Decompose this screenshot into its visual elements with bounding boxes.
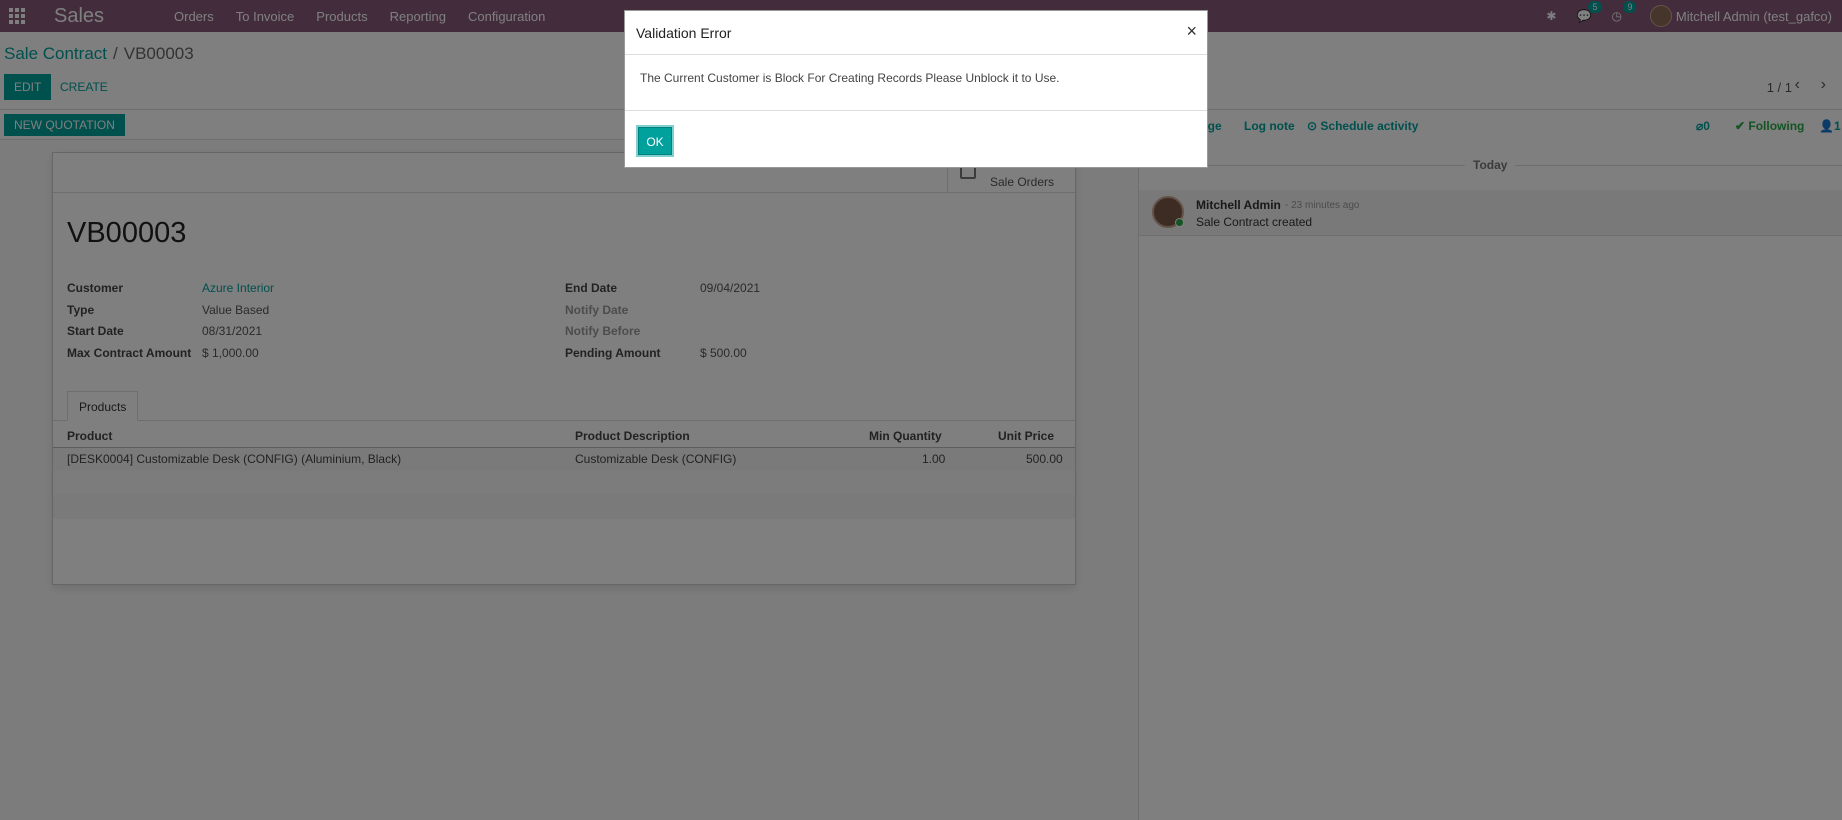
validation-error-dialog: Validation Error × The Current Customer …: [624, 10, 1208, 168]
modal-title: Validation Error: [636, 25, 732, 41]
modal-body: The Current Customer is Block For Creati…: [625, 55, 1207, 111]
modal-header: Validation Error ×: [625, 11, 1207, 55]
close-icon[interactable]: ×: [1186, 21, 1197, 42]
ok-button[interactable]: OK: [638, 127, 672, 155]
error-message: The Current Customer is Block For Creati…: [640, 71, 1060, 85]
